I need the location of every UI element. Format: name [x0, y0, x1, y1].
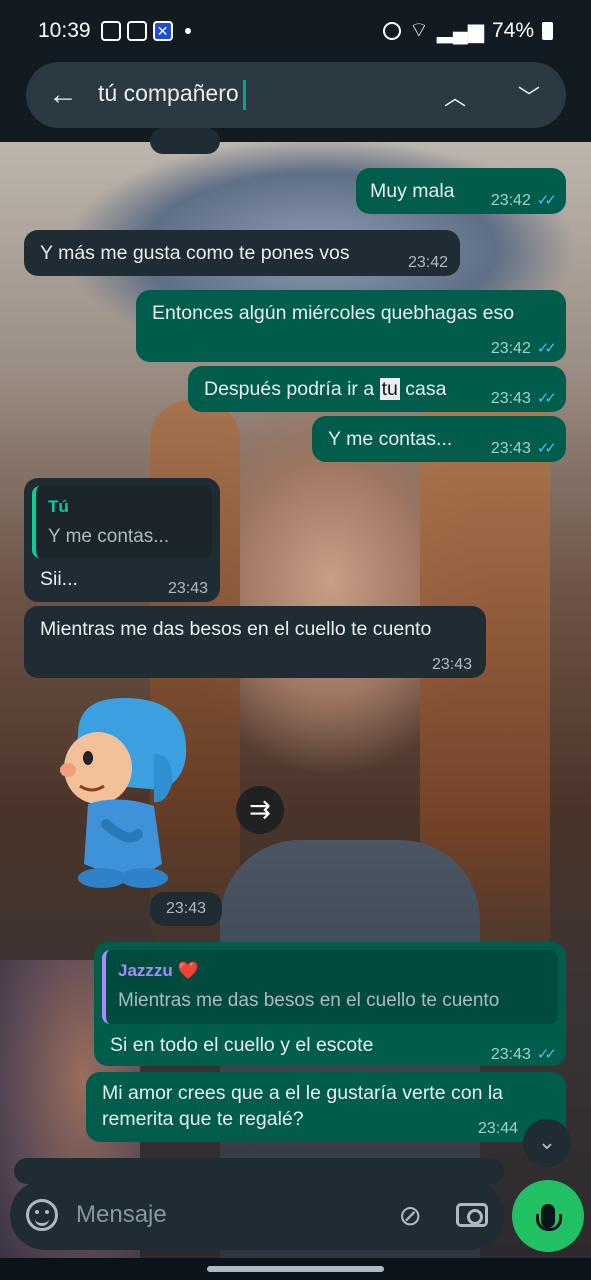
- message-text: Si en todo el cuello y el escote: [110, 1034, 374, 1056]
- gallery-notification-icon: [100, 21, 121, 41]
- quoted-message[interactable]: Jazzzu ❤️ Mientras me das besos en el cu…: [102, 950, 558, 1024]
- message-time: 23:42: [407, 254, 448, 271]
- system-nav-bar: [0, 1258, 591, 1280]
- message-outgoing-reply[interactable]: Jazzzu ❤️ Mientras me das besos en el cu…: [94, 942, 566, 1066]
- message-time: 23:43: [167, 580, 208, 597]
- read-ticks-icon: ✓✓: [536, 390, 557, 407]
- alarm-icon: [383, 22, 402, 40]
- message-time: 23:43: [490, 440, 531, 457]
- message-input[interactable]: [76, 1201, 399, 1229]
- message-text: Muy mala: [370, 180, 455, 202]
- message-outgoing[interactable]: Después podría ir a tu casa 23:43 ✓✓: [188, 366, 566, 412]
- signal-icon: ▂▄▆: [436, 19, 484, 43]
- read-ticks-icon: ✓✓: [536, 440, 557, 457]
- status-time: 10:39: [38, 19, 91, 42]
- quote-text: Mientras me das besos en el cuello te cu…: [118, 990, 500, 1011]
- message-time: 23:42: [490, 340, 531, 357]
- read-ticks-icon: ✓✓: [536, 340, 557, 357]
- message-text: Entonces algún miércoles quebhagas eso: [152, 302, 515, 324]
- search-header: ← tú compañero ︿ ﹀: [0, 62, 591, 142]
- emoji-icon[interactable]: [26, 1199, 58, 1231]
- message-text: Después podría ir a tu casa: [204, 378, 447, 400]
- sticker-time: 23:43: [150, 892, 222, 926]
- system-icons: ⌔ ▂▄▆ 74%: [383, 18, 553, 44]
- read-ticks-icon: ✓✓: [536, 192, 557, 209]
- quote-author: Jazzzu ❤️: [118, 961, 199, 980]
- read-ticks-icon: ✓✓: [536, 1046, 557, 1063]
- message-incoming-reply[interactable]: Tú Y me contas... Sii... 23:43: [24, 478, 220, 602]
- message-incoming[interactable]: Y más me gusta como te pones vos 23:42: [24, 230, 460, 276]
- message-outgoing[interactable]: Mi amor crees que a el le gustaría verte…: [86, 1072, 566, 1142]
- back-arrow-icon[interactable]: ←: [48, 78, 84, 112]
- chevron-up-icon[interactable]: ︿: [444, 80, 466, 112]
- text-caret: [242, 80, 246, 110]
- status-bar: 10:39 ✕ ⌔ ▂▄▆ 74%: [0, 0, 591, 62]
- message-outgoing[interactable]: Y me contas... 23:43 ✓✓: [312, 416, 566, 462]
- chevron-down-icon[interactable]: ﹀: [518, 80, 540, 112]
- search-input[interactable]: tú compañero: [98, 80, 246, 110]
- message-time: 23:43: [490, 1046, 531, 1063]
- battery-icon: [542, 22, 553, 40]
- message-text: Mi amor crees que a el le gustaría verte…: [102, 1082, 504, 1130]
- message-text: Y me contas...: [328, 428, 453, 450]
- search-highlight: tu: [379, 378, 400, 400]
- message-time: 23:43: [431, 656, 472, 673]
- message-text: Y más me gusta como te pones vos: [40, 242, 350, 264]
- home-gesture-bar[interactable]: [207, 1266, 384, 1272]
- double-chevron-down-icon[interactable]: ⌄: [523, 1119, 571, 1167]
- app-notification-icon: ✕: [152, 21, 173, 41]
- voice-record-button[interactable]: [512, 1180, 584, 1252]
- message-outgoing[interactable]: Entonces algún miércoles quebhagas eso 2…: [136, 290, 566, 362]
- quote-text: Y me contas...: [48, 526, 170, 547]
- message-incoming[interactable]: Mientras me das besos en el cuello te cu…: [24, 606, 486, 678]
- quote-author: Tú: [48, 497, 69, 516]
- forward-icon[interactable]: ⇉: [236, 786, 284, 834]
- quoted-message[interactable]: Tú Y me contas...: [32, 486, 212, 558]
- notification-icons: ✕: [100, 21, 191, 41]
- wifi-icon: ⌔: [409, 19, 429, 42]
- attach-icon[interactable]: ⊘: [399, 1199, 422, 1232]
- more-notifications-icon: [184, 28, 191, 34]
- message-time: 23:44: [477, 1120, 518, 1137]
- message-compose-bar: ⊘: [10, 1180, 504, 1250]
- message-time: 23:42: [490, 192, 531, 209]
- battery-percent: 74%: [491, 19, 534, 42]
- message-time: 23:43: [490, 390, 531, 407]
- message-text: Sii...: [40, 568, 78, 590]
- instagram-notification-icon: [126, 21, 147, 41]
- message-outgoing[interactable]: Muy mala 23:42 ✓✓: [356, 168, 566, 214]
- mic-icon: [536, 1204, 562, 1231]
- date-pill: [150, 128, 220, 154]
- camera-icon[interactable]: [456, 1203, 488, 1227]
- pocoyo-sticker[interactable]: [58, 694, 192, 890]
- search-bar[interactable]: ← tú compañero ︿ ﹀: [26, 62, 566, 128]
- message-text: Mientras me das besos en el cuello te cu…: [40, 618, 432, 640]
